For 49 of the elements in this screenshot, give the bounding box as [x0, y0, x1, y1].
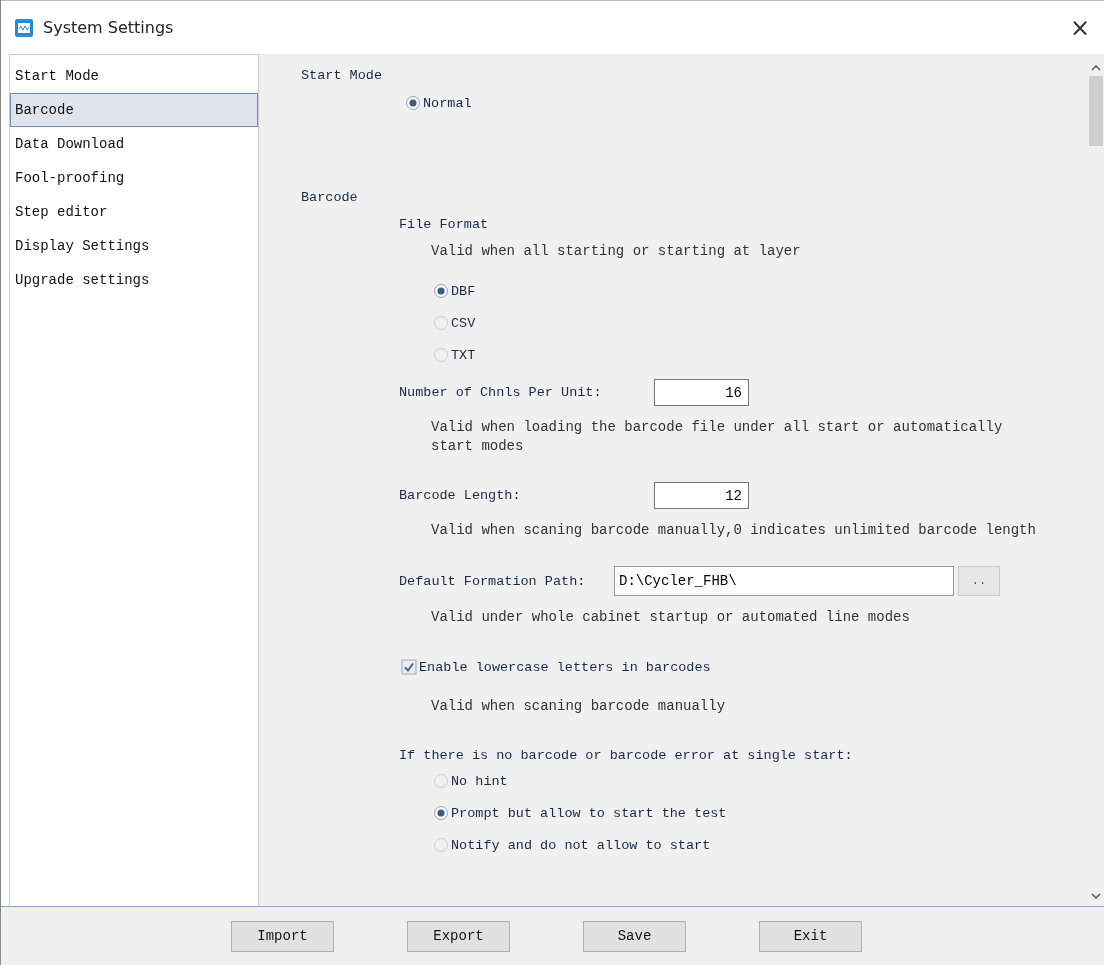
- scroll-down-icon[interactable]: [1091, 892, 1101, 900]
- footer-button[interactable]: Save: [583, 920, 686, 952]
- sidebar-item[interactable]: Start Mode: [10, 59, 258, 93]
- sidebar-item[interactable]: Upgrade settings: [10, 263, 258, 297]
- checkbox-label[interactable]: Enable lowercase letters in barcodes: [419, 659, 711, 675]
- radio-button[interactable]: [433, 773, 449, 789]
- sidebar-item[interactable]: Data Download: [10, 127, 258, 161]
- hint-text: Valid when scaning barcode manually,0 indicates unlimited barcode length: [431, 521, 1037, 540]
- app-icon: [15, 18, 33, 37]
- close-button[interactable]: ×: [1063, 13, 1096, 42]
- footer-button[interactable]: Import: [231, 920, 334, 952]
- radio-button[interactable]: [433, 315, 449, 331]
- field-label: Barcode Length:: [399, 488, 522, 503]
- radio-label[interactable]: Prompt but allow to start the test: [451, 805, 727, 821]
- subsection-heading: File Format: [399, 217, 490, 232]
- footer-button[interactable]: Exit: [759, 920, 862, 952]
- window-title: System Settings: [43, 18, 175, 37]
- field-label: Number of Chnls Per Unit:: [399, 385, 603, 400]
- radio-button[interactable]: [433, 837, 449, 853]
- radio-label[interactable]: Notify and do not allow to start: [451, 837, 711, 853]
- footer-button[interactable]: Export: [407, 920, 510, 952]
- hint-text: Valid when all starting or starting at layer: [431, 242, 802, 261]
- number-field[interactable]: 12: [654, 482, 749, 509]
- hint-text: Valid under whole cabinet startup or automated line modes: [431, 608, 911, 627]
- sidebar-item[interactable]: Display Settings: [10, 229, 258, 263]
- radio-button[interactable]: [433, 347, 449, 363]
- field-label: Default Formation Path:: [399, 573, 587, 589]
- radio-label[interactable]: CSV: [451, 315, 476, 331]
- sidebar-item[interactable]: Barcode: [10, 93, 258, 127]
- hint-text: Valid when loading the barcode file under all start or automatically start modes: [431, 418, 1004, 456]
- section-title: Barcode: [301, 190, 359, 205]
- subsection-heading: If there is no barcode or barcode error at single start:: [399, 748, 854, 763]
- scrollbar-thumb[interactable]: [1089, 76, 1103, 146]
- checkbox[interactable]: [401, 659, 417, 675]
- sidebar-item[interactable]: Step editor: [10, 195, 258, 229]
- scroll-up-icon[interactable]: [1091, 64, 1101, 72]
- section-title: Start Mode: [301, 68, 383, 83]
- radio-button[interactable]: [405, 95, 421, 111]
- radio-label[interactable]: No hint: [451, 773, 508, 789]
- number-field[interactable]: 16: [654, 379, 749, 406]
- radio-button[interactable]: [433, 805, 449, 821]
- browse-button[interactable]: ..: [958, 566, 1000, 596]
- radio-label[interactable]: TXT: [451, 347, 476, 363]
- radio-label[interactable]: Normal: [423, 95, 472, 111]
- sidebar-item[interactable]: Fool-proofing: [10, 161, 258, 195]
- radio-label[interactable]: DBF: [451, 283, 476, 299]
- radio-button[interactable]: [433, 283, 449, 299]
- path-field[interactable]: D:\Cycler_FHB\: [614, 566, 954, 596]
- hint-text: Valid when scaning barcode manually: [431, 697, 727, 716]
